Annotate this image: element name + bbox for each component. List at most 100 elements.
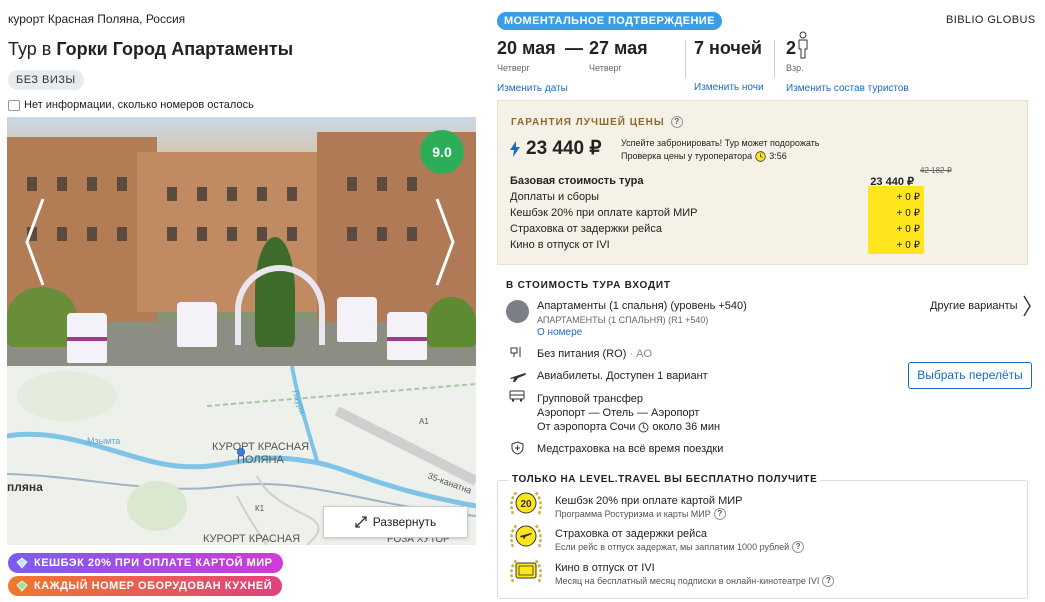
transfer-from: От аэропорта Сочи [537, 421, 636, 433]
bonus-title: Кешбэк 20% при оплате картой МИР [555, 495, 743, 507]
room-avatar [506, 300, 529, 323]
hotel-location: курорт Красная Поляна, Россия [8, 12, 186, 26]
cost-row-value: + 0 ₽ [896, 192, 920, 203]
hotel-photo[interactable] [7, 117, 476, 366]
bonus-subtitle: Если рейс в отпуск задержат, мы заплатим… [555, 541, 805, 553]
price-timer: 3:56 [769, 151, 787, 161]
other-variants-link[interactable]: Другие варианты [930, 300, 1018, 312]
hotel-name: Горки Город Апартаменты [56, 39, 294, 59]
diamond-icon [16, 580, 28, 592]
help-icon[interactable]: ? [670, 116, 683, 128]
about-room-link[interactable]: О номере [537, 327, 582, 338]
shield-icon [511, 441, 524, 455]
map-label-mzymta: Мзымта [87, 436, 120, 446]
cost-row-label: Кино в отпуск от IVI [510, 239, 610, 251]
meal-text: Без питания (RO) [537, 348, 627, 360]
price-note-line1: Успейте забронировать! Тур может подорож… [621, 138, 820, 148]
person-icon [798, 31, 808, 59]
map-label-bottom: КУРОРТ КРАСНАЯ [203, 533, 300, 545]
meal-plan: Без питания (RO) · AO [537, 348, 652, 360]
rooms-info: Нет информации, сколько номеров осталось [8, 99, 254, 111]
diamond-icon [16, 557, 28, 569]
expand-icon [355, 516, 367, 528]
insurance-text: Медстраховка на всё время поездки [537, 443, 724, 455]
insurance-medal-icon [510, 522, 542, 548]
best-price-guarantee: ГАРАНТИЯ ЛУЧШЕЙ ЦЕНЫ ? [511, 116, 683, 128]
room-title: Апартаменты (1 спальня) (уровень +540) [537, 300, 747, 312]
bonus-subtitle: Программа Ростуризма и карты МИР? [555, 508, 726, 520]
total-price: 23 440 ₽ [510, 137, 601, 160]
cost-row-label: Страховка от задержки рейса [510, 223, 662, 235]
tour-operator: BIBLIO GLOBUS [946, 14, 1036, 26]
clock-icon [755, 151, 766, 162]
nights-count: 7 ночей [694, 38, 762, 58]
change-nights-link[interactable]: Изменить ночи [694, 82, 764, 93]
help-icon[interactable]: ? [713, 508, 726, 520]
cost-row-value: + 0 ₽ [896, 208, 920, 219]
transfer-time: От аэропорта Сочи около 36 мин [537, 421, 720, 433]
map-label-left: пляна [7, 480, 43, 494]
chevron-right-icon[interactable] [1022, 294, 1032, 318]
hotel-title: Тур в Горки Город Апартаменты [8, 39, 293, 60]
lightning-icon [510, 140, 520, 157]
clock-icon [638, 422, 649, 432]
change-dates-link[interactable]: Изменить даты [497, 83, 568, 94]
cost-row-value: + 0 ₽ [896, 240, 920, 251]
divider [685, 40, 686, 78]
svg-text:20: 20 [520, 499, 532, 510]
select-flights-button[interactable]: Выбрать перелёты [908, 362, 1032, 389]
cinema-medal-icon [510, 557, 542, 583]
bus-icon [509, 390, 525, 402]
price-note-line2: Проверка цены у туроператора [621, 151, 753, 161]
promo-cashback-label: КЕШБЭК 20% ПРИ ОПЛАТЕ КАРТОЙ МИР [34, 557, 273, 569]
price-note: Успейте забронировать! Тур может подорож… [621, 137, 819, 163]
flights-text: Авиабилеты. Доступен 1 вариант [537, 370, 708, 382]
cost-row-label: Доплаты и сборы [510, 191, 600, 203]
transfer-title: Групповой трансфер [537, 393, 644, 405]
cost-row-label: Кешбэк 20% при оплате картой МИР [510, 207, 698, 219]
room-subtitle: АПАРТАМЕНТЫ (1 СПАЛЬНЯ) (R1 +540) [537, 315, 709, 325]
bonuses-title: ТОЛЬКО НА LEVEL.TRAVEL ВЫ БЕСПЛАТНО ПОЛУ… [509, 474, 821, 485]
old-price: 42 182 ₽ [920, 166, 952, 175]
cost-row-value: + 0 ₽ [896, 224, 920, 235]
next-photo-icon[interactable] [435, 197, 455, 287]
map-label-road2: А1 [419, 417, 429, 426]
cost-row-value: 23 440 ₽ [870, 176, 914, 188]
included-title: В СТОИМОСТЬ ТУРА ВХОДИТ [506, 280, 671, 291]
cost-row-label: Базовая стоимость тура [510, 175, 644, 187]
expand-map-label: Развернуть [372, 515, 437, 529]
rating-badge: 9.0 [420, 130, 464, 174]
guarantee-label: ГАРАНТИЯ ЛУЧШЕЙ ЦЕНЫ [511, 116, 665, 128]
cashback-medal-icon: 20 [510, 489, 542, 515]
map-label-resort2: ПОЛЯНА [237, 454, 284, 466]
date-to-day: Четверг [589, 63, 622, 73]
divider [774, 40, 775, 78]
expand-map-button[interactable]: Развернуть [323, 506, 468, 538]
promo-cashback: КЕШБЭК 20% ПРИ ОПЛАТЕ КАРТОЙ МИР [8, 553, 283, 573]
rooms-info-text: Нет информации, сколько номеров осталось [24, 99, 254, 111]
bed-icon [8, 99, 20, 111]
map-label-road3: К1 [255, 504, 265, 513]
help-icon[interactable]: ? [792, 541, 805, 553]
date-dash: — [565, 38, 583, 58]
change-tourists-link[interactable]: Изменить состав туристов [786, 83, 909, 94]
transfer-route: Аэропорт — Отель — Аэропорт [537, 407, 700, 419]
date-to: 27 мая [589, 38, 648, 58]
bonus-title: Страховка от задержки рейса [555, 528, 707, 540]
hotel-title-prefix: Тур в [8, 39, 52, 59]
adults-count: 2 [786, 38, 797, 58]
bonus-title: Кино в отпуск от IVI [555, 562, 655, 574]
instant-confirmation-badge: МОМЕНТАЛЬНОЕ ПОДТВЕРЖДЕНИЕ [497, 12, 722, 30]
promo-kitchen: КАЖДЫЙ НОМЕР ОБОРУДОВАН КУХНЕЙ [8, 576, 283, 596]
total-price-value: 23 440 ₽ [526, 138, 602, 159]
bonus-subtitle: Месяц на бесплатный месяц подписки в онл… [555, 575, 835, 587]
date-from: 20 мая [497, 38, 556, 58]
prev-photo-icon[interactable] [25, 197, 45, 287]
help-icon[interactable]: ? [822, 575, 835, 587]
promo-kitchen-label: КАЖДЫЙ НОМЕР ОБОРУДОВАН КУХНЕЙ [34, 580, 273, 592]
meal-icon [510, 347, 521, 357]
date-from-day: Четверг [497, 63, 530, 73]
visa-badge: БЕЗ ВИЗЫ [8, 70, 84, 90]
plane-icon [510, 373, 526, 382]
map-label-resort: КУРОРТ КРАСНАЯ [212, 441, 309, 453]
